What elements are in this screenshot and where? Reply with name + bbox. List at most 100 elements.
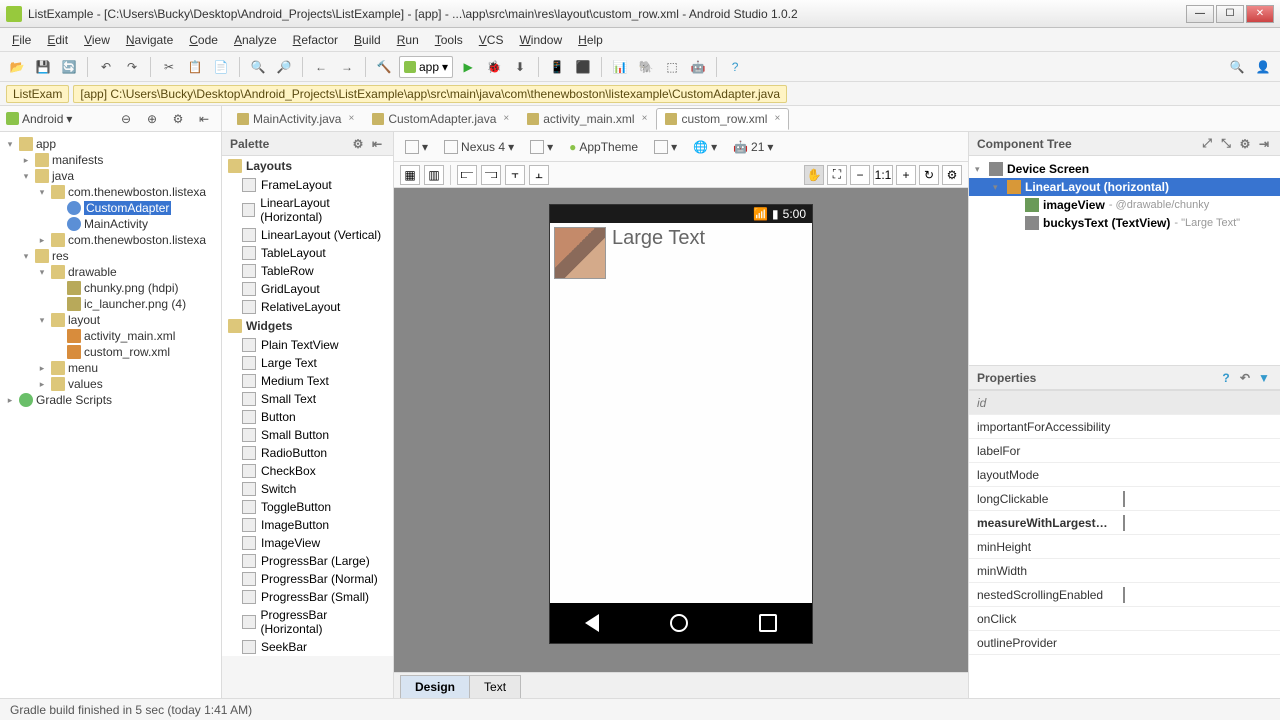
avd-icon[interactable]: 📱 <box>546 56 568 78</box>
close-icon[interactable]: × <box>503 113 509 124</box>
property-row[interactable]: minHeight <box>969 535 1280 559</box>
palette-category[interactable]: Layouts <box>222 156 393 176</box>
property-row[interactable]: nestedScrollingEnabled <box>969 583 1280 607</box>
tab-design[interactable]: Design <box>400 675 470 698</box>
settings-icon[interactable]: ⚙ <box>942 165 962 185</box>
align-icon[interactable]: ⫍ <box>457 165 477 185</box>
menu-build[interactable]: Build <box>346 30 389 50</box>
menu-window[interactable]: Window <box>511 30 570 50</box>
properties-panel[interactable]: idimportantForAccessibilitylabelForlayou… <box>969 390 1280 698</box>
tree-item[interactable]: activity_main.xml <box>0 328 221 344</box>
tree-item[interactable]: ▸menu <box>0 360 221 376</box>
blueprint-icon[interactable]: ▥ <box>424 165 444 185</box>
zoom-100-icon[interactable]: 1:1 <box>873 165 893 185</box>
tab-customadapter-java[interactable]: CustomAdapter.java× <box>363 108 518 130</box>
palette-item[interactable]: ProgressBar (Horizontal) <box>222 606 393 638</box>
palette-category[interactable]: Widgets <box>222 316 393 336</box>
align3-icon[interactable]: ⫟ <box>505 165 525 185</box>
palette-item[interactable]: Small Button <box>222 426 393 444</box>
component-tree-item[interactable]: ▾Device Screen <box>969 160 1280 178</box>
minimize-button[interactable]: — <box>1186 5 1214 23</box>
palette-item[interactable]: ProgressBar (Small) <box>222 588 393 606</box>
forward-icon[interactable]: → <box>336 56 358 78</box>
copy-icon[interactable]: 📋 <box>184 56 206 78</box>
layout-content[interactable]: Large Text <box>550 223 812 603</box>
palette-item[interactable]: TableLayout <box>222 244 393 262</box>
tree-item[interactable]: custom_row.xml <box>0 344 221 360</box>
property-row[interactable]: longClickable <box>969 487 1280 511</box>
menu-run[interactable]: Run <box>389 30 427 50</box>
palette-item[interactable]: Medium Text <box>222 372 393 390</box>
attach-icon[interactable]: ⬇ <box>509 56 531 78</box>
palette-item[interactable]: GridLayout <box>222 280 393 298</box>
property-row[interactable]: labelFor <box>969 439 1280 463</box>
build-icon[interactable]: 🔨 <box>373 56 395 78</box>
palette-item[interactable]: CheckBox <box>222 462 393 480</box>
grid-icon[interactable]: ▦ <box>400 165 420 185</box>
config-combo[interactable]: ▾ <box>525 138 558 156</box>
large-text-label[interactable]: Large Text <box>612 227 705 250</box>
custom-row[interactable]: Large Text <box>554 227 808 279</box>
tab-activity_main-xml[interactable]: activity_main.xml× <box>518 108 656 130</box>
locale-combo[interactable]: 🌐▾ <box>688 138 722 156</box>
android-icon2[interactable]: 🤖 <box>687 56 709 78</box>
design-canvas[interactable]: 📶 ▮ 5:00 Large Text <box>394 188 968 672</box>
run-config-combo[interactable]: app ▾ <box>399 56 453 78</box>
property-row[interactable]: measureWithLargestCh <box>969 511 1280 535</box>
tab-custom_row-xml[interactable]: custom_row.xml× <box>656 108 789 130</box>
align4-icon[interactable]: ⫠ <box>529 165 549 185</box>
tree-item[interactable]: ▸com.thenewboston.listexa <box>0 232 221 248</box>
component-tree[interactable]: ▾Device Screen▾LinearLayout (horizontal)… <box>969 156 1280 366</box>
menu-code[interactable]: Code <box>181 30 226 50</box>
tree-item[interactable]: ic_launcher.png (4) <box>0 296 221 312</box>
refresh-icon[interactable]: ↻ <box>919 165 939 185</box>
help-icon[interactable]: ? <box>724 56 746 78</box>
checkbox[interactable] <box>1123 587 1125 603</box>
hide-icon[interactable]: ⇥ <box>1256 136 1272 152</box>
palette-item[interactable]: ImageButton <box>222 516 393 534</box>
pan-icon[interactable]: ✋ <box>804 165 824 185</box>
sdk-icon[interactable]: ⬛ <box>572 56 594 78</box>
user-icon[interactable]: 👤 <box>1252 56 1274 78</box>
tree-item[interactable]: ▾res <box>0 248 221 264</box>
redo-icon[interactable]: ↷ <box>121 56 143 78</box>
palette-item[interactable]: Small Text <box>222 390 393 408</box>
property-row[interactable]: minWidth <box>969 559 1280 583</box>
menu-tools[interactable]: Tools <box>427 30 471 50</box>
palette-item[interactable]: Switch <box>222 480 393 498</box>
property-row[interactable]: importantForAccessibility <box>969 415 1280 439</box>
tree-item[interactable]: ▾app <box>0 136 221 152</box>
component-tree-item[interactable]: buckysText (TextView) - "Large Text" <box>969 214 1280 232</box>
zoom-in-icon[interactable]: + <box>896 165 916 185</box>
api-combo[interactable]: 🤖21▾ <box>728 138 778 156</box>
close-icon[interactable]: × <box>642 113 648 124</box>
gear-icon[interactable]: ⚙ <box>167 108 189 130</box>
structure-icon[interactable]: ⬚ <box>661 56 683 78</box>
gear-icon[interactable]: ⚙ <box>350 136 366 152</box>
palette-item[interactable]: TableRow <box>222 262 393 280</box>
palette-item[interactable]: FrameLayout <box>222 176 393 194</box>
property-row[interactable]: layoutMode <box>969 463 1280 487</box>
component-tree-item[interactable]: imageView - @drawable/chunky <box>969 196 1280 214</box>
close-icon[interactable]: × <box>348 113 354 124</box>
palette-item[interactable]: ToggleButton <box>222 498 393 516</box>
paste-icon[interactable]: 📄 <box>210 56 232 78</box>
run-icon[interactable]: ▶ <box>457 56 479 78</box>
tree-item[interactable]: ▸manifests <box>0 152 221 168</box>
palette-item[interactable]: Large Text <box>222 354 393 372</box>
zoom-fit-icon[interactable]: ⛶ <box>827 165 847 185</box>
theme-combo[interactable]: ●AppTheme <box>564 138 643 156</box>
device-combo[interactable]: Nexus 4▾ <box>439 138 519 156</box>
close-icon[interactable]: × <box>774 113 780 124</box>
tree-item[interactable]: ▸Gradle Scripts <box>0 392 221 408</box>
cut-icon[interactable]: ✂ <box>158 56 180 78</box>
property-row[interactable]: outlineProvider <box>969 631 1280 655</box>
project-pane[interactable]: ▾app▸manifests▾java▾com.thenewboston.lis… <box>0 132 222 698</box>
menu-edit[interactable]: Edit <box>39 30 76 50</box>
open-icon[interactable]: 📂 <box>6 56 28 78</box>
tree-item[interactable]: CustomAdapter <box>0 200 221 216</box>
tab-mainactivity-java[interactable]: MainActivity.java× <box>228 108 363 130</box>
search-icon[interactable]: 🔍 <box>1226 56 1248 78</box>
monitor-icon[interactable]: 📊 <box>609 56 631 78</box>
activity-combo[interactable]: ▾ <box>649 138 682 156</box>
